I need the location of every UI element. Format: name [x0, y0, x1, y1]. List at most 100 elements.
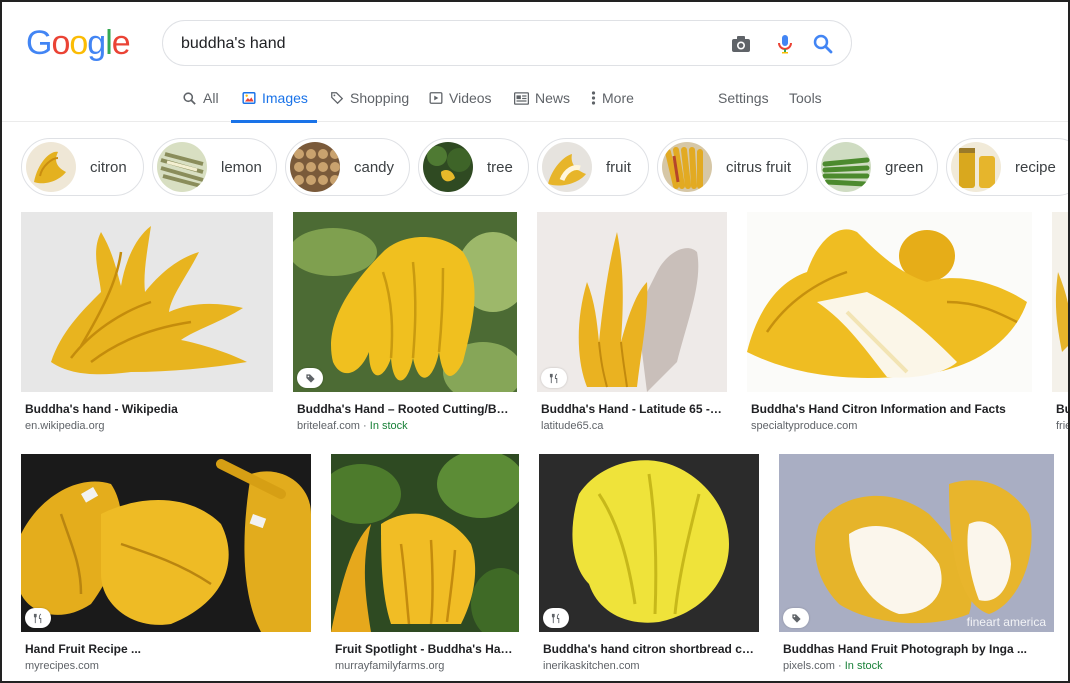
- logo-letter: e: [111, 24, 131, 62]
- tab-label: News: [535, 90, 571, 106]
- chip-thumbnail: [423, 142, 473, 192]
- image-result[interactable]: Buddha's Hand Citron Information and Fac…: [747, 212, 1032, 437]
- image-result[interactable]: Hand Fruit Recipe ... myrecipes.com: [21, 454, 311, 679]
- source-domain: briteleaf.com: [297, 420, 360, 432]
- result-image[interactable]: [21, 212, 273, 392]
- tab-label: Shopping: [350, 90, 410, 106]
- image-result[interactable]: Buddha's hand - Wikipedia en.wikipedia.o…: [21, 212, 273, 437]
- tools-link[interactable]: Tools: [789, 74, 822, 122]
- chip-label: fruit: [606, 158, 632, 176]
- tab-label: Tools: [789, 90, 822, 106]
- recipe-badge: [541, 368, 567, 388]
- logo-letter: o: [69, 24, 88, 62]
- result-source: murrayfamilyfarms.org: [335, 660, 444, 672]
- logo-letter: G: [26, 24, 52, 62]
- image-result[interactable]: Bu frie: [1052, 212, 1070, 437]
- tab-more[interactable]: More: [591, 74, 634, 122]
- result-title[interactable]: Hand Fruit Recipe ...: [25, 642, 309, 656]
- recipe-icon: [33, 613, 41, 623]
- result-title[interactable]: Bu: [1056, 402, 1068, 416]
- chip-thumbnail: [821, 142, 871, 192]
- chip-thumbnail: [662, 142, 712, 192]
- chip-thumbnail: [542, 142, 592, 192]
- result-source: myrecipes.com: [25, 660, 99, 672]
- result-source: specialtyproduce.com: [751, 420, 857, 432]
- source-domain: pixels.com: [783, 660, 835, 672]
- image-result[interactable]: Buddha's Hand – Rooted Cutting/Bus... br…: [293, 212, 517, 437]
- chip-label: citron: [90, 158, 127, 176]
- result-source: latitude65.ca: [541, 420, 603, 432]
- tab-shopping[interactable]: Shopping: [330, 74, 409, 122]
- chip-green[interactable]: green: [816, 138, 938, 196]
- in-stock-label: In stock: [844, 660, 883, 672]
- play-icon: [429, 92, 443, 104]
- image-result[interactable]: fineart america Buddhas Hand Fruit Photo…: [779, 454, 1054, 679]
- chip-citrus-fruit[interactable]: citrus fruit: [657, 138, 808, 196]
- search-input[interactable]: [181, 32, 701, 56]
- result-image[interactable]: fineart america: [779, 454, 1054, 632]
- camera-icon[interactable]: [729, 32, 753, 56]
- search-icon[interactable]: [811, 32, 835, 56]
- chip-recipe[interactable]: recipe: [946, 138, 1068, 196]
- result-image[interactable]: [539, 454, 759, 632]
- tab-label: All: [203, 90, 219, 106]
- tab-label: Videos: [449, 90, 492, 106]
- chip-thumbnail: [290, 142, 340, 192]
- result-title[interactable]: Buddhas Hand Fruit Photograph by Inga ..…: [783, 642, 1052, 656]
- result-title[interactable]: Buddha's hand citron shortbread coo...: [543, 642, 757, 656]
- chip-label: green: [885, 158, 924, 176]
- source-domain: inerikaskitchen.com: [543, 660, 640, 672]
- tab-videos[interactable]: Videos: [429, 74, 492, 122]
- chip-label: citrus fruit: [726, 158, 792, 176]
- image-result[interactable]: Buddha's Hand - Latitude 65 - J... latit…: [537, 212, 727, 437]
- image-result[interactable]: Fruit Spotlight - Buddha's Han... murray…: [331, 454, 519, 679]
- image-result[interactable]: Buddha's hand citron shortbread coo... i…: [539, 454, 759, 679]
- settings-link[interactable]: Settings: [718, 74, 769, 122]
- tag-icon: [791, 613, 801, 623]
- tab-images[interactable]: Images: [231, 74, 317, 123]
- chip-label: recipe: [1015, 158, 1056, 176]
- result-source: en.wikipedia.org: [25, 420, 105, 432]
- result-title[interactable]: Fruit Spotlight - Buddha's Han...: [335, 642, 517, 656]
- logo-letter: o: [51, 24, 70, 62]
- search-tabs: All Images Shopping Videos News More Set…: [2, 74, 1068, 123]
- chip-tree[interactable]: tree: [418, 138, 529, 196]
- news-icon: [514, 91, 529, 105]
- logo-letter: g: [87, 24, 106, 62]
- browser-frame: Google All Images: [0, 0, 1070, 683]
- microphone-icon[interactable]: [773, 32, 797, 56]
- search-box: [162, 20, 852, 66]
- chip-thumbnail: [26, 142, 76, 192]
- result-image[interactable]: [293, 212, 517, 392]
- chip-citron[interactable]: citron: [21, 138, 144, 196]
- chip-lemon[interactable]: lemon: [152, 138, 277, 196]
- search-icon: [183, 91, 196, 105]
- chip-fruit[interactable]: fruit: [537, 138, 649, 196]
- source-domain: frie: [1056, 420, 1070, 432]
- result-title[interactable]: Buddha's hand - Wikipedia: [25, 402, 269, 416]
- chip-thumbnail: [157, 142, 207, 192]
- source-domain: myrecipes.com: [25, 660, 99, 672]
- result-image[interactable]: [537, 212, 727, 392]
- result-title[interactable]: Buddha's Hand Citron Information and Fac…: [751, 402, 1030, 416]
- tab-label: Settings: [718, 90, 769, 106]
- tab-news[interactable]: News: [514, 74, 570, 122]
- tab-label: Images: [262, 90, 308, 106]
- result-title[interactable]: Buddha's Hand – Rooted Cutting/Bus...: [297, 402, 515, 416]
- source-domain: en.wikipedia.org: [25, 420, 105, 432]
- result-source: briteleaf.com · In stock: [297, 420, 408, 432]
- chip-label: candy: [354, 158, 395, 176]
- tab-all[interactable]: All: [182, 74, 219, 122]
- google-logo[interactable]: Google: [26, 24, 131, 63]
- chip-label: lemon: [221, 158, 262, 176]
- in-stock-label: In stock: [369, 420, 408, 432]
- result-title[interactable]: Buddha's Hand - Latitude 65 - J...: [541, 402, 725, 416]
- source-domain: murrayfamilyfarms.org: [335, 660, 445, 672]
- result-image[interactable]: [331, 454, 519, 632]
- recipe-icon: [549, 373, 557, 383]
- tab-label: More: [602, 90, 634, 106]
- result-image[interactable]: [21, 454, 311, 632]
- result-image[interactable]: [1052, 212, 1068, 392]
- result-image[interactable]: [747, 212, 1032, 392]
- chip-candy[interactable]: candy: [285, 138, 410, 196]
